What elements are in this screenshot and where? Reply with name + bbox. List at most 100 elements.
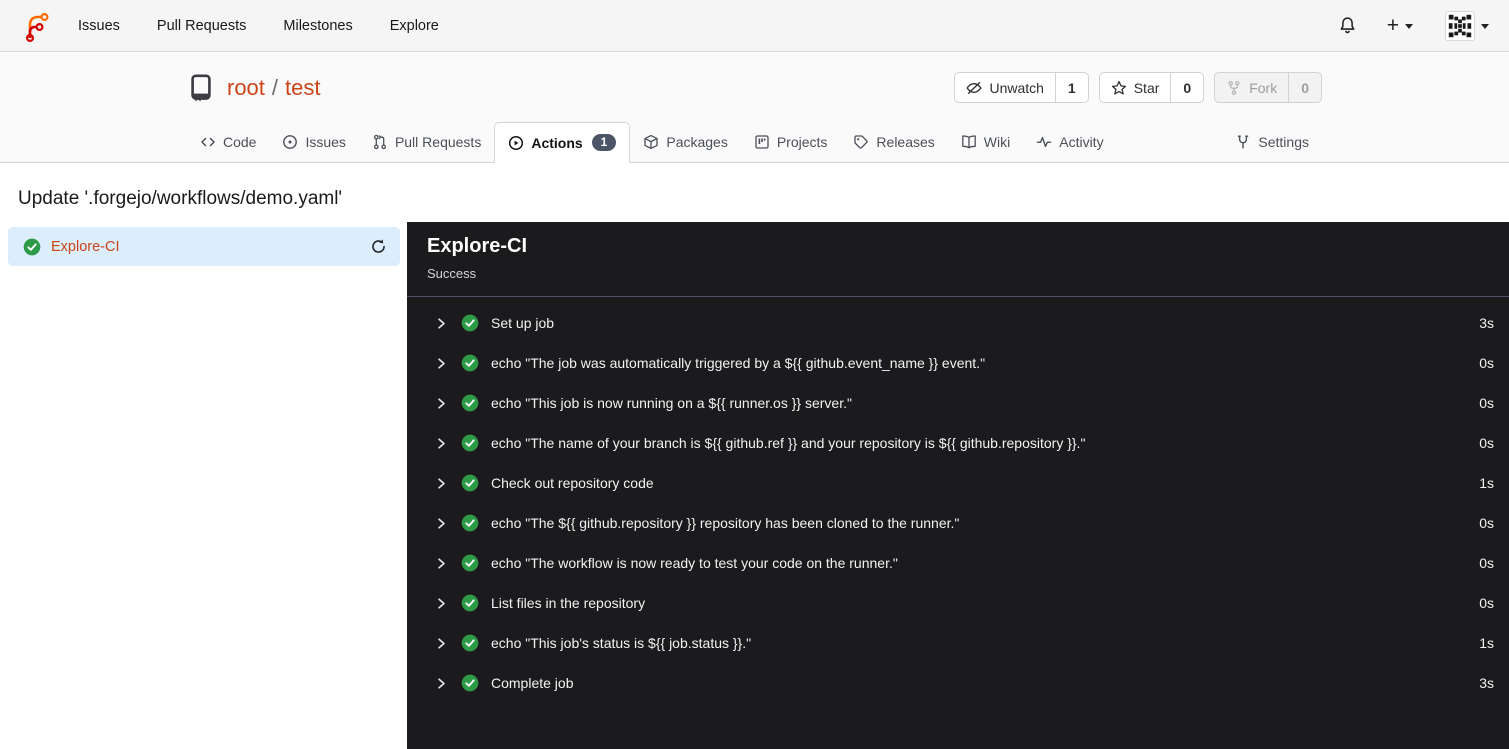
tab-label: Pull Requests xyxy=(394,134,482,150)
step-duration: 1s xyxy=(1479,475,1494,491)
success-check-icon xyxy=(461,394,479,412)
stars-count[interactable]: 0 xyxy=(1170,73,1203,102)
tag-icon xyxy=(854,135,869,149)
pulse-icon xyxy=(1037,136,1052,148)
unwatch-button[interactable]: Unwatch 1 xyxy=(954,72,1089,103)
step-duration: 3s xyxy=(1479,675,1494,691)
chevron-right-icon xyxy=(438,597,445,609)
chevron-right-icon xyxy=(438,557,445,569)
success-check-icon xyxy=(461,354,479,372)
pull-request-icon xyxy=(373,134,386,150)
step-label: Check out repository code xyxy=(491,475,654,491)
repo-breadcrumb: root / test xyxy=(227,75,321,101)
tab-pull-requests[interactable]: Pull Requests xyxy=(359,122,494,162)
tab-projects[interactable]: Projects xyxy=(741,122,841,162)
tab-code[interactable]: Code xyxy=(187,122,269,162)
success-check-icon xyxy=(461,634,479,652)
tab-packages[interactable]: Packages xyxy=(630,122,740,162)
workflow-run-body: Explore-CI Explore-CI Success Set up job… xyxy=(0,222,1509,749)
tab-label: Packages xyxy=(666,134,728,150)
step-duration: 0s xyxy=(1479,395,1494,411)
nav-link-pull-requests[interactable]: Pull Requests xyxy=(157,18,246,34)
step-row[interactable]: Complete job 3s xyxy=(407,663,1509,703)
forgejo-logo-icon[interactable] xyxy=(20,10,52,42)
tab-issues[interactable]: Issues xyxy=(269,122,358,162)
breadcrumb-separator: / xyxy=(271,74,279,100)
fork-button: Fork 0 xyxy=(1214,72,1322,103)
step-row[interactable]: Check out repository code 1s xyxy=(407,463,1509,503)
repo-owner-link[interactable]: root xyxy=(227,75,265,101)
actions-count-badge: 1 xyxy=(591,133,617,152)
code-icon xyxy=(201,137,215,147)
step-duration: 0s xyxy=(1479,595,1494,611)
chevron-down-icon xyxy=(1481,24,1489,29)
step-row[interactable]: echo "The job was automatically triggere… xyxy=(407,343,1509,383)
play-circle-icon xyxy=(509,135,524,150)
tab-actions[interactable]: Actions 1 xyxy=(494,122,631,163)
tab-label: Code xyxy=(223,134,257,150)
repo-action-buttons: Unwatch 1 Star 0 Fork 0 xyxy=(954,72,1322,103)
nav-link-issues[interactable]: Issues xyxy=(78,18,120,34)
step-label: echo "The ${{ github.repository }} repos… xyxy=(491,515,960,531)
step-row[interactable]: echo "This job is now running on a ${{ r… xyxy=(407,383,1509,423)
tab-wiki[interactable]: Wiki xyxy=(948,122,1023,162)
tab-label: Projects xyxy=(776,134,828,150)
chevron-right-icon xyxy=(438,317,445,329)
chevron-right-icon xyxy=(438,437,445,449)
job-panel-header: Explore-CI Success xyxy=(407,222,1509,297)
success-check-icon xyxy=(461,514,479,532)
tab-label: Settings xyxy=(1258,134,1309,150)
eye-slash-icon xyxy=(966,81,983,94)
watchers-count[interactable]: 1 xyxy=(1054,73,1088,102)
repo-book-icon xyxy=(191,73,211,101)
issue-circle-icon xyxy=(283,135,298,149)
step-duration: 0s xyxy=(1479,515,1494,531)
step-label: echo "This job is now running on a ${{ r… xyxy=(491,395,852,411)
tab-label: Wiki xyxy=(983,134,1011,150)
star-icon xyxy=(1111,80,1126,95)
success-check-icon xyxy=(461,674,479,692)
success-check-icon xyxy=(461,594,479,612)
job-item-explore-ci[interactable]: Explore-CI xyxy=(8,227,400,266)
tab-settings[interactable]: Settings xyxy=(1222,122,1322,162)
step-duration: 0s xyxy=(1479,555,1494,571)
step-row[interactable]: echo "This job's status is ${{ job.statu… xyxy=(407,623,1509,663)
step-list: Set up job 3s echo "The job was automati… xyxy=(407,297,1509,703)
notifications-bell-icon[interactable] xyxy=(1338,16,1357,35)
tab-activity[interactable]: Activity xyxy=(1023,122,1116,162)
step-duration: 3s xyxy=(1479,315,1494,331)
job-status-text: Success xyxy=(427,266,477,281)
success-check-icon xyxy=(461,314,479,332)
chevron-right-icon xyxy=(438,517,445,529)
tab-label: Releases xyxy=(876,134,935,150)
repo-name-link[interactable]: test xyxy=(285,75,320,101)
star-button[interactable]: Star 0 xyxy=(1098,72,1205,103)
nav-link-explore[interactable]: Explore xyxy=(390,18,439,34)
repo-header: root / test Unwatch 1 Star 0 Fork 0 Code… xyxy=(0,52,1509,163)
forks-count: 0 xyxy=(1288,73,1321,102)
book-open-icon xyxy=(961,135,976,149)
create-new-menu[interactable]: + xyxy=(1387,15,1413,36)
step-label: echo "This job's status is ${{ job.statu… xyxy=(491,635,752,651)
tab-label: Actions xyxy=(531,134,583,151)
step-row[interactable]: echo "The workflow is now ready to test … xyxy=(407,543,1509,583)
job-name-label: Explore-CI xyxy=(51,238,120,255)
job-panel-title: Explore-CI xyxy=(427,235,528,257)
job-log-panel: Explore-CI Success Set up job 3s echo "T… xyxy=(407,222,1509,749)
refresh-icon[interactable] xyxy=(370,238,387,255)
step-duration: 0s xyxy=(1479,355,1494,371)
nav-link-milestones[interactable]: Milestones xyxy=(283,18,352,34)
step-row[interactable]: echo "The name of your branch is ${{ git… xyxy=(407,423,1509,463)
tab-label: Issues xyxy=(305,134,346,150)
chevron-right-icon xyxy=(438,397,445,409)
step-row[interactable]: Set up job 3s xyxy=(407,303,1509,343)
step-row[interactable]: echo "The ${{ github.repository }} repos… xyxy=(407,503,1509,543)
step-row[interactable]: List files in the repository 0s xyxy=(407,583,1509,623)
user-avatar-identicon xyxy=(1445,10,1475,41)
tab-releases[interactable]: Releases xyxy=(840,122,947,162)
top-navbar: Issues Pull Requests Milestones Explore … xyxy=(0,0,1509,52)
workflow-run-title: Update '.forgejo/workflows/demo.yaml' xyxy=(18,188,343,209)
unwatch-label: Unwatch xyxy=(989,79,1044,96)
user-menu[interactable] xyxy=(1445,10,1489,41)
tool-icon xyxy=(1238,135,1249,149)
